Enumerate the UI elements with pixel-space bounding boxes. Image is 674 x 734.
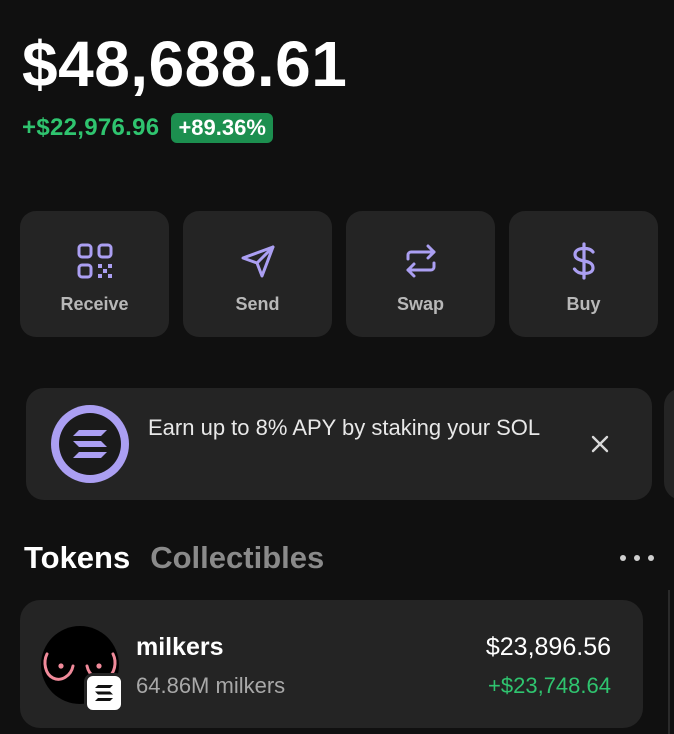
qr-code-icon: [73, 239, 117, 283]
swap-button[interactable]: Swap: [346, 211, 495, 337]
next-promo-card-peek[interactable]: [664, 388, 674, 500]
swap-arrows-icon: [399, 239, 443, 283]
quick-actions: Receive Send Swap Buy: [20, 211, 658, 337]
wallet-home-screen: $48,688.61 +$22,976.96 +89.36% Receive S…: [0, 0, 674, 734]
solana-chain-badge-icon: [84, 673, 124, 713]
token-change: +$23,748.64: [488, 673, 611, 698]
asset-tabs: Tokens Collectibles: [24, 538, 324, 578]
more-options-icon[interactable]: [620, 548, 654, 568]
scroll-edge-divider: [668, 590, 670, 734]
buy-button[interactable]: Buy: [509, 211, 658, 337]
dollar-icon: [562, 239, 606, 283]
total-balance: $48,688.61: [22, 28, 348, 100]
token-value: $23,896.56: [485, 633, 611, 661]
send-button[interactable]: Send: [183, 211, 332, 337]
token-row-milkers[interactable]: milkers 64.86M milkers $23,896.56 +$23,7…: [20, 600, 643, 728]
send-arrow-icon: [236, 239, 280, 283]
close-icon[interactable]: [586, 430, 614, 458]
tab-tokens[interactable]: Tokens: [24, 538, 130, 578]
send-label: Send: [235, 294, 280, 314]
buy-label: Buy: [566, 294, 601, 314]
balance-change-amount: +$22,976.96: [22, 114, 160, 141]
receive-label: Receive: [60, 294, 129, 314]
token-name: milkers: [136, 633, 224, 661]
balance-change-row: +$22,976.96 +89.36%: [22, 113, 273, 143]
staking-promo-text: Earn up to 8% APY by staking your SOL: [148, 415, 541, 440]
receive-button[interactable]: Receive: [20, 211, 169, 337]
staking-promo-card[interactable]: Earn up to 8% APY by staking your SOL: [26, 388, 652, 500]
token-balance: 64.86M milkers: [136, 673, 286, 698]
swap-label: Swap: [396, 294, 444, 314]
tab-collectibles[interactable]: Collectibles: [150, 538, 324, 578]
solana-logo-icon: [51, 405, 129, 483]
balance-change-percent-badge: +89.36%: [171, 113, 273, 143]
